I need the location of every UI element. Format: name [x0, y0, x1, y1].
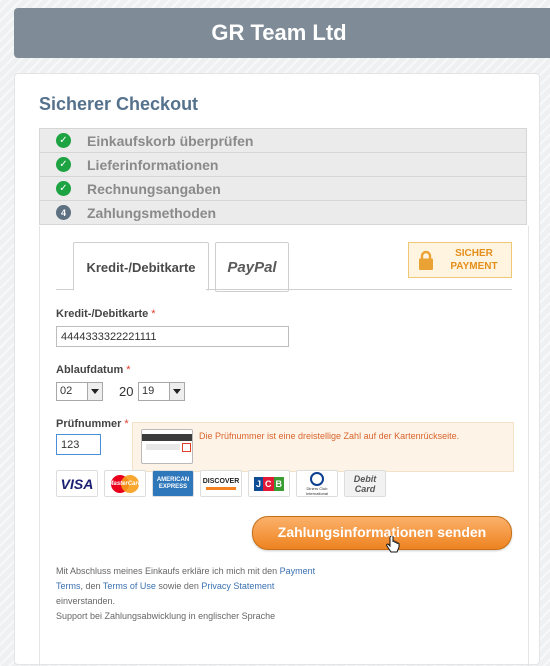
site-title: GR Team Ltd	[211, 20, 347, 45]
cvc-hint-box: Die Prüfnummer ist eine dreistellige Zah…	[132, 422, 514, 472]
required-mark: *	[151, 308, 156, 320]
step-billing-info[interactable]: ✓ Rechnungsangaben	[39, 176, 527, 200]
jcb-logo: JCB	[248, 470, 290, 497]
card-number-input[interactable]	[56, 326, 289, 347]
tab-credit-card[interactable]: Kredit-/Debitkarte	[73, 242, 209, 291]
expiry-year-select[interactable]: 19	[138, 382, 185, 401]
step-number-badge: 4	[56, 205, 71, 220]
privacy-statement-link[interactable]: Privacy Statement	[201, 581, 274, 591]
paypal-logo: PayPal	[227, 258, 277, 276]
tab-paypal[interactable]: PayPal	[215, 242, 289, 292]
checkout-steps: ✓ Einkaufskorb überprüfen ✓ Lieferinform…	[39, 128, 527, 225]
mastercard-logo: MasterCard	[104, 470, 146, 497]
site-header: GR Team Ltd	[14, 8, 550, 58]
expiry-label: Ablaufdatum *	[56, 364, 131, 376]
diners-circle-icon	[310, 471, 324, 486]
check-icon: ✓	[56, 133, 71, 148]
tab-label: Kredit-/Debitkarte	[86, 259, 196, 275]
cvc-input[interactable]	[56, 434, 101, 455]
cvc-label: Prüfnummer *	[56, 418, 129, 430]
step-label: Rechnungsangaben	[87, 180, 221, 197]
check-icon: ✓	[56, 157, 71, 172]
legal-text: einverstanden.	[56, 596, 116, 606]
cvc-label-text: Prüfnummer	[56, 418, 122, 430]
required-mark: *	[124, 418, 129, 430]
amex-logo: AMERICAN EXPRESS	[152, 470, 194, 497]
step-label: Zahlungsmethoden	[87, 204, 217, 221]
secure-payment-text: SICHER PAYMENT	[443, 247, 505, 273]
step-cart-review[interactable]: ✓ Einkaufskorb überprüfen	[39, 128, 527, 152]
legal-text: , den	[80, 581, 103, 591]
step-delivery-info[interactable]: ✓ Lieferinformationen	[39, 152, 527, 176]
expiry-month-value: 02	[60, 385, 73, 397]
hand-cursor-icon	[386, 536, 400, 553]
debit-card-logo: Debit Card	[344, 470, 386, 497]
legal-text: Mit Abschluss meines Einkaufs erkläre ic…	[56, 566, 280, 576]
discover-logo: DISCOVER	[200, 470, 242, 497]
cvc-hint-text: Die Prüfnummer ist eine dreistellige Zah…	[199, 431, 460, 441]
card-number-label: Kredit-/Debitkarte *	[56, 308, 156, 320]
expiry-year-value: 19	[142, 385, 155, 397]
card-number-label-text: Kredit-/Debitkarte	[56, 308, 149, 320]
step-label: Lieferinformationen	[87, 156, 219, 173]
payment-panel: Kredit-/Debitkarte PayPal SICHER PAYMENT…	[39, 226, 529, 666]
checkout-card: Sicherer Checkout ✓ Einkaufskorb überprü…	[14, 73, 540, 666]
lock-icon	[419, 250, 433, 270]
secure-line-1: SICHER	[455, 248, 493, 259]
terms-of-use-link[interactable]: Terms of Use	[103, 581, 156, 591]
active-tab-gap	[74, 288, 206, 291]
step-payment-methods: 4 Zahlungsmethoden	[39, 200, 527, 225]
visa-logo: VISA	[56, 470, 98, 497]
expiry-label-text: Ablaufdatum	[56, 364, 124, 376]
secure-payment-badge: SICHER PAYMENT	[408, 242, 512, 278]
chevron-down-icon	[87, 383, 102, 400]
step-label: Einkaufskorb überprüfen	[87, 132, 254, 149]
legal-notice: Mit Abschluss meines Einkaufs erkläre ic…	[56, 564, 316, 624]
support-language-text: Support bei Zahlungsabwicklung in englis…	[56, 611, 276, 621]
secure-line-2: PAYMENT	[450, 261, 498, 272]
expiry-century: 20	[119, 384, 134, 399]
required-mark: *	[126, 364, 131, 376]
diners-club-logo: Diners Club International	[296, 470, 338, 497]
page-title: Sicherer Checkout	[39, 94, 199, 114]
legal-text: sowie den	[155, 581, 202, 591]
card-back-icon	[141, 429, 193, 464]
submit-payment-button[interactable]: Zahlungsinformationen senden	[252, 516, 512, 550]
expiry-month-select[interactable]: 02	[56, 382, 103, 401]
check-icon: ✓	[56, 181, 71, 196]
chevron-down-icon	[169, 383, 184, 400]
